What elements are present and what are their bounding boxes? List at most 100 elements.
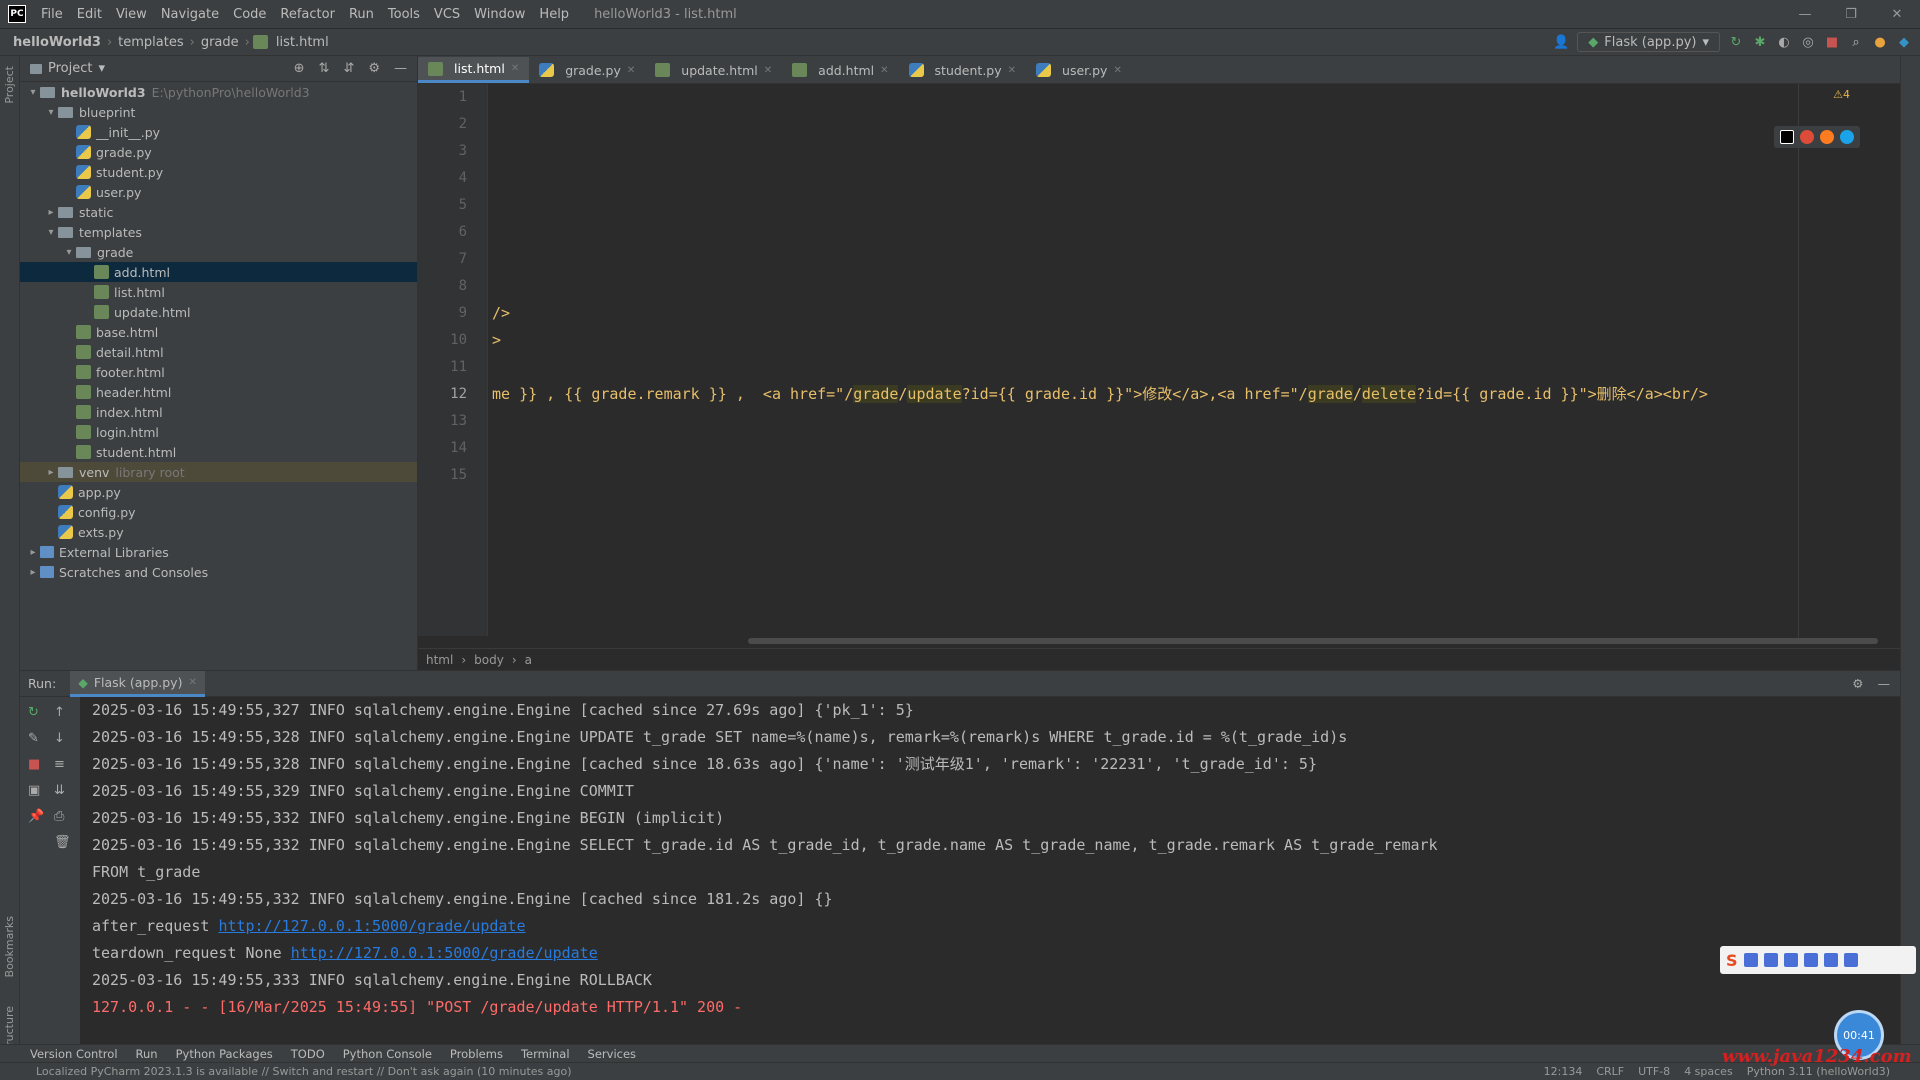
trash-icon[interactable]: 🗑 (54, 835, 71, 850)
tree-item[interactable]: footer.html (20, 362, 417, 382)
debug-icon[interactable]: ✱ (1752, 34, 1768, 50)
close-window-button[interactable]: ✕ (1874, 7, 1920, 22)
tab-python-packages[interactable]: Python Packages (176, 1047, 273, 1061)
tree-item[interactable]: base.html (20, 322, 417, 342)
breadcrumb-html[interactable]: html (426, 653, 453, 667)
tree-item[interactable]: detail.html (20, 342, 417, 362)
menu-refactor[interactable]: Refactor (273, 7, 342, 22)
run-tab-flask[interactable]: ◆ Flask (app.py) ✕ (70, 670, 205, 697)
soft-wrap-icon[interactable]: ≡ (54, 757, 65, 772)
tree-item[interactable]: ▸ Scratches and Consoles (20, 562, 417, 582)
tree-item[interactable]: grade.py (20, 142, 417, 162)
code-view[interactable]: /> > me }} , {{ grade.remark }} , <a href=… (492, 84, 1892, 636)
tab-services[interactable]: Services (588, 1047, 637, 1061)
down-arrow-icon[interactable]: ↓ (54, 731, 65, 746)
tree-item[interactable]: student.html (20, 442, 417, 462)
profile-icon[interactable]: ◎ (1800, 34, 1816, 50)
pycharm-browser-icon[interactable] (1780, 130, 1794, 144)
coverage-icon[interactable]: ◐ (1776, 34, 1792, 50)
tab-terminal[interactable]: Terminal (521, 1047, 570, 1061)
scroll-to-end-icon[interactable]: ⇊ (54, 783, 65, 798)
console-link[interactable]: http://127.0.0.1:5000/grade/update (291, 944, 598, 962)
ime-punct-icon[interactable] (1763, 953, 1778, 967)
breadcrumb-templates[interactable]: templates (115, 35, 186, 50)
menu-tools[interactable]: Tools (381, 7, 427, 22)
menu-navigate[interactable]: Navigate (154, 7, 226, 22)
tab-problems[interactable]: Problems (450, 1047, 503, 1061)
status-message[interactable]: Localized PyCharm 2023.1.3 is available … (36, 1065, 572, 1078)
wrench-icon[interactable]: ✎ (28, 731, 39, 746)
breadcrumb-project[interactable]: helloWorld3 (10, 35, 104, 50)
file-encoding[interactable]: UTF-8 (1638, 1065, 1670, 1078)
ime-tools-icon[interactable] (1843, 953, 1858, 967)
tree-item[interactable]: list.html (20, 282, 417, 302)
editor-tab[interactable]: user.py ✕ (1026, 57, 1132, 83)
tree-item[interactable]: exts.py (20, 522, 417, 542)
tree-item[interactable]: student.py (20, 162, 417, 182)
tab-python-console[interactable]: Python Console (343, 1047, 432, 1061)
rerun-icon[interactable]: ↻ (1728, 34, 1744, 50)
user-icon[interactable]: 👤 (1553, 34, 1569, 50)
tree-item[interactable]: user.py (20, 182, 417, 202)
close-icon[interactable]: ✕ (627, 65, 635, 76)
expand-all-icon[interactable]: ⇅ (319, 61, 330, 76)
hide-icon[interactable]: — (394, 61, 407, 76)
tree-item[interactable]: ▸ venv library root (20, 462, 417, 482)
run-configuration-select[interactable]: ◆ Flask (app.py) ▾ (1577, 32, 1720, 52)
update-icon[interactable]: ● (1872, 34, 1888, 50)
gear-icon[interactable]: ⚙ (368, 61, 380, 76)
chevron-down-icon[interactable]: ▾ (44, 227, 58, 238)
ime-skin-icon[interactable] (1823, 953, 1838, 967)
bookmarks-tool-button[interactable]: Bookmarks (3, 916, 16, 977)
close-icon[interactable]: ✕ (880, 65, 888, 76)
tree-item[interactable]: header.html (20, 382, 417, 402)
close-icon[interactable]: ✕ (511, 63, 519, 74)
edge-icon[interactable] (1840, 130, 1854, 144)
locate-icon[interactable]: ⊕ (294, 61, 305, 76)
editor-tab[interactable]: add.html ✕ (782, 57, 898, 83)
close-icon[interactable]: ✕ (1008, 65, 1016, 76)
chevron-down-icon[interactable]: ▾ (62, 247, 76, 258)
close-icon[interactable]: ✕ (188, 677, 196, 688)
warning-indicator[interactable]: ⚠4 (1833, 88, 1850, 101)
up-arrow-icon[interactable]: ↑ (54, 705, 65, 720)
menu-edit[interactable]: Edit (70, 7, 109, 22)
tree-item[interactable]: app.py (20, 482, 417, 502)
rerun-icon[interactable]: ↻ (28, 705, 39, 720)
tab-run[interactable]: Run (136, 1047, 158, 1061)
project-tool-button[interactable]: Project (3, 66, 16, 104)
ime-toolbar[interactable]: S (1720, 946, 1916, 974)
run-console-output[interactable]: 2025-03-16 15:49:55,327 INFO sqlalchemy.… (92, 697, 1892, 1045)
hide-icon[interactable]: — (1878, 676, 1891, 691)
pin-icon[interactable]: 📌 (28, 809, 44, 824)
menu-view[interactable]: View (109, 7, 154, 22)
tree-item[interactable]: add.html (20, 262, 417, 282)
chevron-right-icon[interactable]: ▸ (44, 467, 58, 478)
gear-icon[interactable]: ⚙ (1852, 676, 1863, 691)
restore-layout-icon[interactable]: ▣ (28, 783, 40, 798)
editor-tab[interactable]: grade.py ✕ (529, 57, 645, 83)
chevron-down-icon[interactable]: ▾ (44, 107, 58, 118)
breadcrumb-grade[interactable]: grade (198, 35, 242, 50)
tab-todo[interactable]: TODO (291, 1047, 325, 1061)
editor-tab[interactable]: student.py ✕ (899, 57, 1026, 83)
menu-run[interactable]: Run (342, 7, 381, 22)
chevron-right-icon[interactable]: ▸ (26, 547, 40, 558)
editor-tab[interactable]: list.html ✕ (418, 57, 530, 83)
minimize-button[interactable]: — (1782, 7, 1828, 22)
collapse-all-icon[interactable]: ⇵ (343, 61, 354, 76)
sogou-ime-icon[interactable]: S (1726, 951, 1738, 970)
stop-icon[interactable]: ■ (1824, 34, 1840, 50)
search-icon[interactable]: ⌕ (1848, 34, 1864, 50)
jetbrains-icon[interactable]: ◆ (1896, 34, 1912, 50)
tree-item[interactable]: ▸ External Libraries (20, 542, 417, 562)
chevron-right-icon[interactable]: ▸ (26, 567, 40, 578)
tree-item[interactable]: update.html (20, 302, 417, 322)
firefox-icon[interactable] (1820, 130, 1834, 144)
tree-item[interactable]: config.py (20, 502, 417, 522)
line-separator[interactable]: CRLF (1596, 1065, 1624, 1078)
caret-position[interactable]: 12:134 (1544, 1065, 1583, 1078)
close-icon[interactable]: ✕ (1113, 65, 1121, 76)
tree-item[interactable]: index.html (20, 402, 417, 422)
stop-icon[interactable]: ■ (28, 757, 40, 772)
